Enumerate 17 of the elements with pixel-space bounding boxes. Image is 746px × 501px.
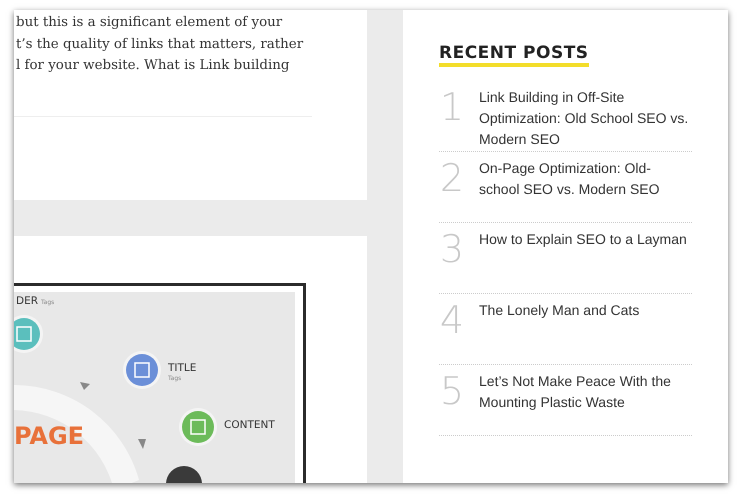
circle-icon: [122, 350, 162, 390]
article-text: but this is a significant element of your: [16, 14, 284, 32]
infographic-label: CONTENT: [224, 419, 275, 431]
post-link[interactable]: Link Building in Off-Site Optimization: Old School SEO vs. Modern SEO: [479, 85, 691, 151]
section-heading: RECENT POSTS: [439, 44, 589, 67]
circle-icon: [178, 407, 218, 447]
arrow-icon: [80, 382, 90, 390]
article-text: l for your website. What is Link building: [16, 57, 290, 75]
post-link[interactable]: On-Page Optimization: Old-school SEO vs. Modern SEO: [479, 156, 691, 222]
infographic-label: TITLE: [168, 362, 196, 374]
infographic-title: PAGE: [14, 422, 84, 450]
article-text: t’s the quality of links that matters, rather: [16, 36, 304, 54]
post-link[interactable]: Let’s Not Make Peace With the Mounting Plastic Waste: [479, 369, 691, 435]
post-link[interactable]: How to Explain SEO to a Layman: [479, 227, 691, 293]
post-link[interactable]: The Lonely Man and Cats: [479, 298, 691, 364]
arrow-icon: [138, 439, 146, 449]
infographic-label: DER: [16, 295, 38, 307]
